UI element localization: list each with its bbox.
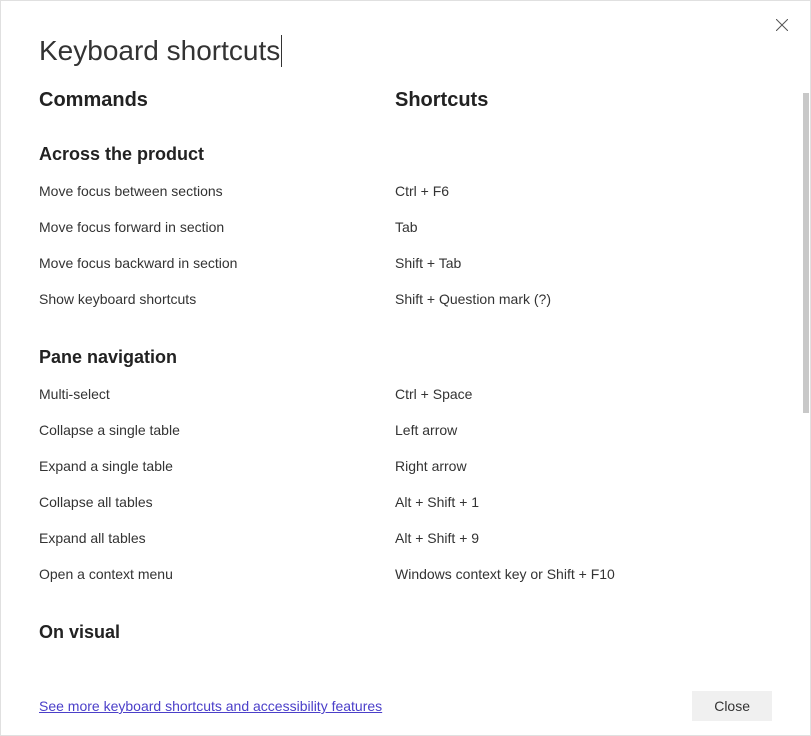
column-header-commands: Commands xyxy=(39,89,395,112)
shortcuts-scroll-area[interactable]: Across the product Move focus between sec… xyxy=(39,144,772,684)
shortcut-key: Tab xyxy=(395,219,752,235)
shortcut-row: Expand all tablesAlt + Shift + 9 xyxy=(39,530,752,546)
shortcut-key: Shift + Question mark (?) xyxy=(395,291,752,307)
shortcut-row: Collapse a single tableLeft arrow xyxy=(39,422,752,438)
shortcut-row: Show keyboard shortcutsShift + Question … xyxy=(39,291,752,307)
columns-header: Commands Shortcuts xyxy=(39,89,772,112)
shortcut-command: Open a context menu xyxy=(39,566,395,582)
shortcut-row: Collapse all tablesAlt + Shift + 1 xyxy=(39,494,752,510)
section-title: Pane navigation xyxy=(39,347,752,368)
shortcut-key: Shift + Tab xyxy=(395,255,752,271)
shortcut-row: Move focus between sectionsCtrl + F6 xyxy=(39,183,752,199)
shortcut-key: Right arrow xyxy=(395,458,752,474)
page-title: Keyboard shortcuts xyxy=(39,35,282,67)
shortcut-command: Show keyboard shortcuts xyxy=(39,291,395,307)
shortcut-key: Left arrow xyxy=(395,422,752,438)
shortcut-key: Alt + Shift + 1 xyxy=(395,494,752,510)
section-title: On visual xyxy=(39,622,752,643)
shortcut-command: Expand a single table xyxy=(39,458,395,474)
shortcut-row: Move focus forward in sectionTab xyxy=(39,219,752,235)
shortcut-command: Multi-select xyxy=(39,386,395,402)
shortcut-command: Expand all tables xyxy=(39,530,395,546)
scrollbar-thumb[interactable] xyxy=(803,93,809,413)
section-title: Across the product xyxy=(39,144,752,165)
section: On visual xyxy=(39,622,752,643)
shortcut-row: Move focus backward in sectionShift + Ta… xyxy=(39,255,752,271)
shortcut-row: Open a context menuWindows context key o… xyxy=(39,566,752,582)
section: Across the product Move focus between sec… xyxy=(39,144,752,307)
see-more-link[interactable]: See more keyboard shortcuts and accessib… xyxy=(39,698,382,714)
shortcut-key: Alt + Shift + 9 xyxy=(395,530,752,546)
shortcut-command: Move focus backward in section xyxy=(39,255,395,271)
shortcut-row: Expand a single tableRight arrow xyxy=(39,458,752,474)
shortcut-key: Windows context key or Shift + F10 xyxy=(395,566,752,582)
section: Pane navigationMulti-selectCtrl + SpaceC… xyxy=(39,347,752,582)
shortcut-command: Move focus forward in section xyxy=(39,219,395,235)
shortcut-key: Ctrl + Space xyxy=(395,386,752,402)
dialog-footer: See more keyboard shortcuts and accessib… xyxy=(1,677,810,735)
shortcut-command: Collapse all tables xyxy=(39,494,395,510)
shortcut-row: Multi-selectCtrl + Space xyxy=(39,386,752,402)
shortcut-command: Collapse a single table xyxy=(39,422,395,438)
column-header-shortcuts: Shortcuts xyxy=(395,89,772,112)
shortcut-command: Move focus between sections xyxy=(39,183,395,199)
close-button[interactable]: Close xyxy=(692,691,772,721)
shortcut-key: Ctrl + F6 xyxy=(395,183,752,199)
dialog-content: Keyboard shortcuts Commands Shortcuts Ac… xyxy=(1,1,810,679)
